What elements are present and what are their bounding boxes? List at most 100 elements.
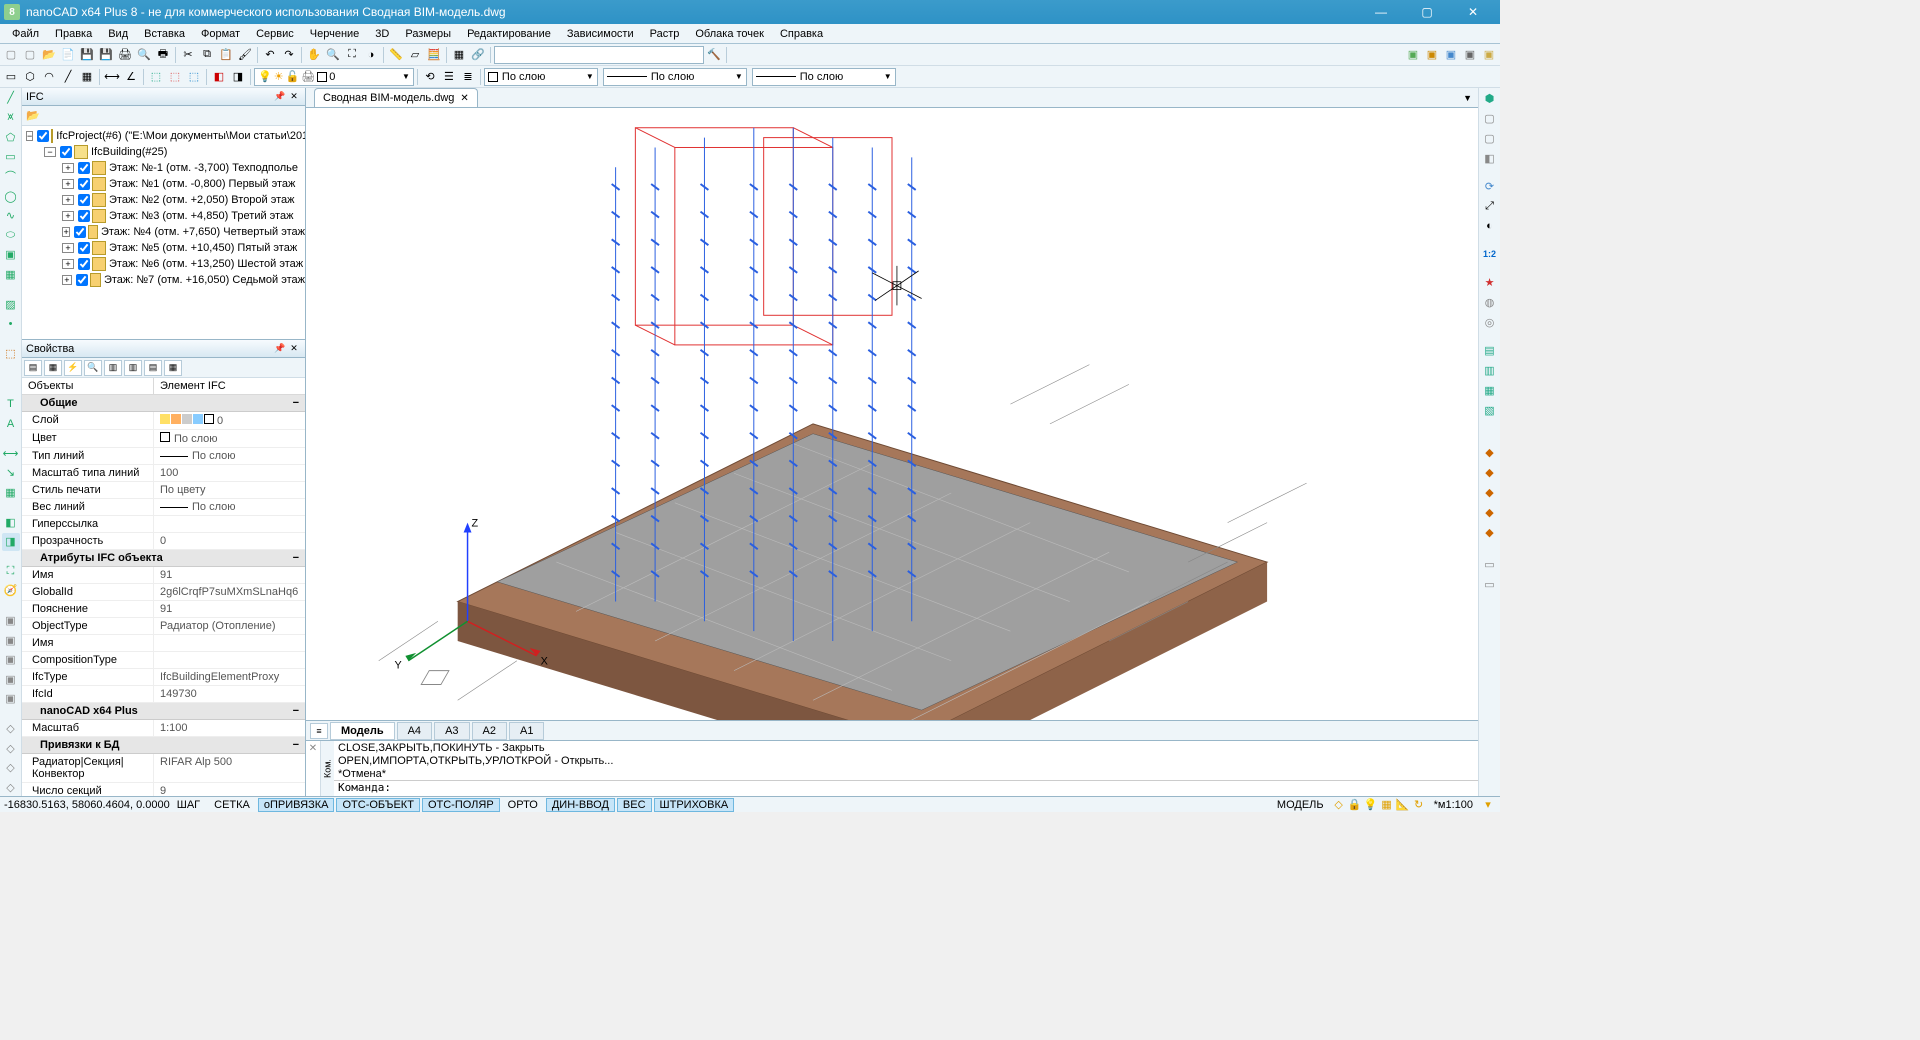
view-top-icon[interactable]: ⬢: [1481, 89, 1499, 107]
circle-icon[interactable]: ◯: [2, 187, 20, 205]
close-doc-icon[interactable]: 📄: [59, 46, 77, 64]
group5-icon[interactable]: ▣: [2, 690, 20, 708]
publish-icon[interactable]: 🖶: [154, 46, 172, 64]
paste-icon[interactable]: 📋: [217, 46, 235, 64]
collapse-icon[interactable]: −: [293, 705, 299, 717]
close-button[interactable]: ✕: [1450, 0, 1496, 24]
cat-nano[interactable]: nanoCAD x64 Plus−: [22, 703, 305, 720]
sel-poly-icon[interactable]: ⬡: [21, 68, 39, 86]
tree-storey[interactable]: +Этаж: №6 (отм. +13,250) Шестой этаж: [22, 256, 305, 272]
collapse-icon[interactable]: −: [293, 397, 299, 409]
render-icon[interactable]: ◎: [1481, 313, 1499, 331]
prop-value[interactable]: По слою: [154, 499, 305, 515]
prop-row[interactable]: IfcId149730: [22, 686, 305, 703]
calc-icon[interactable]: 🧮: [425, 46, 443, 64]
menu-Черчение[interactable]: Черчение: [302, 26, 368, 42]
sel-all-icon[interactable]: ▦: [78, 68, 96, 86]
prop-row[interactable]: CompositionType: [22, 652, 305, 669]
status-toggle-ДИН-ВВОД[interactable]: ДИН-ВВОД: [546, 798, 615, 812]
status-toggle-ОРТО[interactable]: ОРТО: [502, 798, 544, 812]
command-log[interactable]: CLOSE,ЗАКРЫТЬ,ПОКИНУТЬ - ЗакрытьOPEN,ИМП…: [334, 741, 1478, 780]
ifc-open-icon[interactable]: 📂: [26, 109, 40, 122]
tree-storey[interactable]: +Этаж: №3 (отм. +4,850) Третий этаж: [22, 208, 305, 224]
hatch-icon[interactable]: ▦: [2, 266, 20, 284]
expand-icon[interactable]: +: [62, 179, 74, 189]
prop-value[interactable]: По слою: [154, 448, 305, 464]
prop-row[interactable]: Прозрачность0: [22, 533, 305, 550]
layer-walk-icon[interactable]: ≣: [459, 68, 477, 86]
tree-storey[interactable]: +Этаж: №5 (отм. +10,450) Пятый этаж: [22, 240, 305, 256]
orbit-icon[interactable]: ⟳: [1481, 177, 1499, 195]
tree-storey[interactable]: +Этаж: №2 (отм. +2,050) Второй этаж: [22, 192, 305, 208]
open-icon[interactable]: 📂: [40, 46, 58, 64]
minimize-button[interactable]: —: [1358, 0, 1404, 24]
prop-row[interactable]: Слой 0: [22, 412, 305, 430]
print-icon[interactable]: 🖨: [116, 46, 134, 64]
layer-vis-icon[interactable]: ◨: [2, 533, 20, 551]
status-toggle-оПРИВЯЗКА[interactable]: оПРИВЯЗКА: [258, 798, 335, 812]
tree-storey[interactable]: +Этаж: №4 (отм. +7,650) Четвертый этаж: [22, 224, 305, 240]
tab-layout[interactable]: A1: [509, 722, 544, 740]
zoom-prev-icon[interactable]: ◑: [362, 46, 380, 64]
drawing-canvas[interactable]: Z X Y: [306, 108, 1478, 720]
prop-value[interactable]: 0: [154, 412, 305, 429]
prop-row[interactable]: Число секций9: [22, 783, 305, 796]
grid-icon[interactable]: ▦: [1380, 798, 1394, 812]
ellipse-icon[interactable]: ⬭: [2, 226, 20, 244]
tab-layout[interactable]: A2: [472, 722, 507, 740]
group-edit-icon[interactable]: ⬚: [185, 68, 203, 86]
scale-readout[interactable]: *м1:100: [1428, 798, 1479, 812]
menu-Правка[interactable]: Правка: [47, 26, 100, 42]
command-input[interactable]: [391, 781, 1474, 796]
new-icon[interactable]: ▢: [2, 46, 20, 64]
prop-value[interactable]: По цвету: [154, 482, 305, 498]
pin-icon[interactable]: 📌: [273, 342, 287, 356]
tree-checkbox[interactable]: [78, 194, 90, 206]
saveall-icon[interactable]: 💾: [97, 46, 115, 64]
prop-value[interactable]: 1:100: [154, 720, 305, 736]
collapse-icon[interactable]: −: [293, 739, 299, 751]
zoom-extent-icon[interactable]: ⛶: [343, 46, 361, 64]
menu-3D[interactable]: 3D: [367, 26, 397, 42]
view-side-icon[interactable]: ▢: [1481, 129, 1499, 147]
dim-lin-icon[interactable]: ⟷: [103, 68, 121, 86]
menu-Вставка[interactable]: Вставка: [136, 26, 193, 42]
menu-Сервис[interactable]: Сервис: [248, 26, 302, 42]
mod3-icon[interactable]: ◆: [1481, 483, 1499, 501]
prop-value[interactable]: 100: [154, 465, 305, 481]
zoom-window-icon[interactable]: 🔍: [324, 46, 342, 64]
prop-value[interactable]: 149730: [154, 686, 305, 702]
pan-icon[interactable]: ✋: [305, 46, 323, 64]
ext1-icon[interactable]: ▣: [1404, 46, 1422, 64]
status-toggle-ОТС-ОБЪЕКТ[interactable]: ОТС-ОБЪЕКТ: [336, 798, 419, 812]
menu-Вид[interactable]: Вид: [100, 26, 136, 42]
cloud3-icon[interactable]: ◇: [2, 759, 20, 777]
space-toggle[interactable]: МОДЕЛЬ: [1271, 798, 1330, 812]
layer-props-icon[interactable]: ◧: [210, 68, 228, 86]
tree-storey[interactable]: +Этаж: №7 (отм. +16,050) Седьмой этаж: [22, 272, 305, 288]
tree-storey[interactable]: +Этаж: №-1 (отм. -3,700) Техподполье: [22, 160, 305, 176]
prop-value[interactable]: По слою: [154, 430, 305, 447]
pp-t1[interactable]: ▤: [24, 360, 42, 376]
mat-icon[interactable]: ◍: [1481, 293, 1499, 311]
tab-layout[interactable]: A4: [397, 722, 432, 740]
prop-value[interactable]: [154, 635, 305, 651]
tree-checkbox[interactable]: [76, 274, 88, 286]
measure-area-icon[interactable]: ▱: [406, 46, 424, 64]
polyline-icon[interactable]: ⩙: [2, 109, 20, 127]
tree-checkbox[interactable]: [78, 242, 90, 254]
menu-Формат[interactable]: Формат: [193, 26, 248, 42]
iso-icon[interactable]: ◇: [1332, 798, 1346, 812]
group-icon[interactable]: ⬚: [147, 68, 165, 86]
ungroup-icon[interactable]: ⬚: [166, 68, 184, 86]
expand-icon[interactable]: +: [62, 195, 74, 205]
ext3-icon[interactable]: ▣: [1442, 46, 1460, 64]
prop-row[interactable]: ObjectTypeРадиатор (Отопление): [22, 618, 305, 635]
prop-value[interactable]: IfcBuildingElementProxy: [154, 669, 305, 685]
ext2-icon[interactable]: ▣: [1423, 46, 1441, 64]
prop-row[interactable]: Стиль печатиПо цвету: [22, 482, 305, 499]
leader-icon[interactable]: ↘: [2, 464, 20, 482]
group4-icon[interactable]: ▣: [2, 670, 20, 688]
layer-iso-icon[interactable]: ◨: [229, 68, 247, 86]
expand-icon[interactable]: +: [62, 227, 70, 237]
